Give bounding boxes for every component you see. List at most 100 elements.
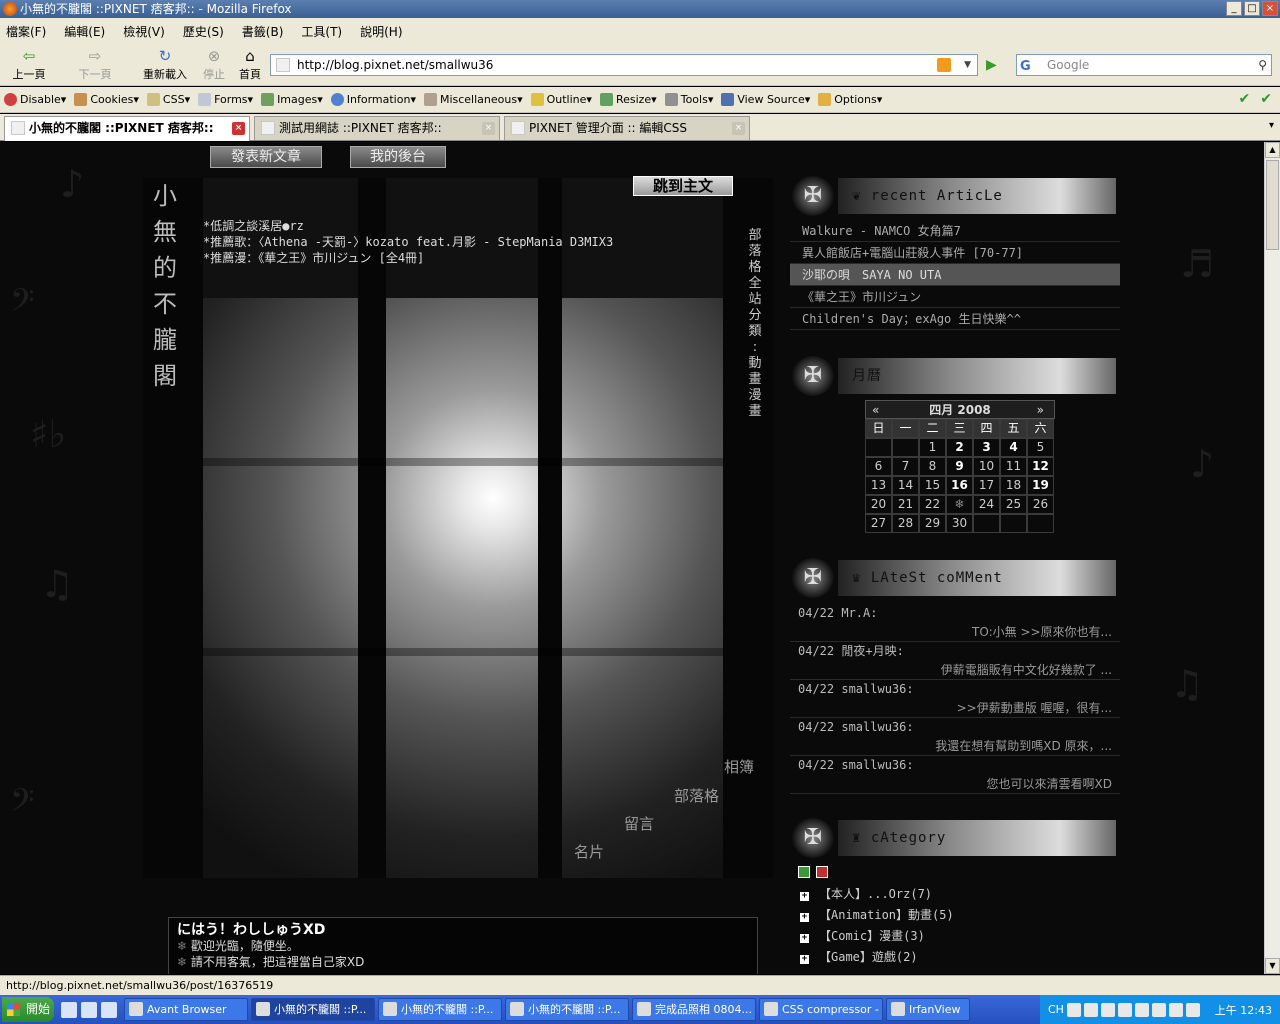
taskbar-item[interactable]: 小無的不朧閣 ::P... <box>251 998 375 1021</box>
dev-tools[interactable]: Tools▾ <box>664 93 713 106</box>
back-button[interactable]: ⇦ 上一頁 <box>4 48 54 82</box>
dev-cookies[interactable]: Cookies▾ <box>74 93 139 106</box>
scroll-up-icon[interactable]: ▲ <box>1265 142 1280 158</box>
tray-icon[interactable] <box>1134 1002 1149 1017</box>
calendar-day-link[interactable]: 3 <box>973 438 1000 457</box>
scrollbar-thumb[interactable] <box>1266 160 1279 250</box>
dev-forms[interactable]: Forms▾ <box>198 93 253 106</box>
close-tab-icon[interactable]: × <box>482 122 495 135</box>
search-input[interactable]: G Google ⚲ <box>1016 54 1272 76</box>
forward-button[interactable]: ⇨ 下一頁 <box>70 48 120 82</box>
category-item[interactable]: 【Game】遊戲(2) <box>790 947 1120 968</box>
tab-blog-home[interactable]: 小無的不朧閣 ::PIXNET 痞客邦:: × <box>4 116 250 141</box>
tray-icon[interactable] <box>1066 1002 1081 1017</box>
category-item[interactable]: 【Comic】漫畫(3) <box>790 926 1120 947</box>
article-link[interactable]: 異人館飯店+電腦山莊殺人事件 [70-77] <box>790 242 1120 264</box>
menu-tools[interactable]: 工具(T) <box>301 23 342 40</box>
close-tab-icon[interactable]: × <box>232 122 245 135</box>
dev-outline[interactable]: Outline▾ <box>530 93 592 106</box>
close-tab-icon[interactable]: × <box>732 122 745 135</box>
url-input[interactable]: http://blog.pixnet.net/smallwu36 ▼ <box>270 54 978 76</box>
tab-test-blog[interactable]: 測試用網誌 ::PIXNET 痞客邦:: × <box>254 116 500 140</box>
check-icon[interactable]: ✔ <box>1239 91 1251 107</box>
rss-feed-icon[interactable] <box>937 58 951 72</box>
search-icon[interactable]: ⚲ <box>1258 55 1267 75</box>
dev-css[interactable]: CSS▾ <box>146 93 190 106</box>
comment-item[interactable]: 04/22 smallwu36: >>伊薪動畫版 喔喔，很有... <box>790 680 1120 718</box>
taskbar-item[interactable]: 小無的不朧閣 ::P... <box>505 998 629 1021</box>
tab-pixnet-admin[interactable]: PIXNET 管理介面 :: 編輯CSS × <box>504 116 750 140</box>
new-post-button[interactable]: 發表新文章 <box>210 146 322 168</box>
go-icon[interactable]: ▶ <box>986 57 997 73</box>
dev-disable[interactable]: Disable▾ <box>4 93 66 106</box>
taskbar-item[interactable]: Avant Browser <box>124 998 248 1021</box>
dev-options[interactable]: Options▾ <box>818 93 882 106</box>
comment-item[interactable]: 04/22 閒夜+月映: 伊薪電腦販有中文化好幾款了 ... <box>790 642 1120 680</box>
comment-item[interactable]: 04/22 Mr.A: TO:小無 >>原來你也有... <box>790 604 1120 642</box>
expand-all-icon[interactable] <box>798 866 810 878</box>
backend-button[interactable]: 我的後台 <box>350 146 446 168</box>
calendar-day-link[interactable]: 4 <box>1000 438 1027 457</box>
ie-icon[interactable] <box>61 1001 77 1018</box>
calendar-day-link[interactable]: 16 <box>946 476 973 495</box>
taskbar-item[interactable]: IrfanView <box>886 998 970 1021</box>
calendar-day-link[interactable]: 12 <box>1027 457 1054 476</box>
collapse-all-icon[interactable] <box>816 866 828 878</box>
nav-guestbook-link[interactable]: 留言 <box>624 813 654 834</box>
dev-view-source[interactable]: View Source▾ <box>721 93 810 106</box>
tray-icon[interactable] <box>1151 1002 1166 1017</box>
avant-icon[interactable] <box>101 1001 117 1018</box>
show-desktop-icon[interactable] <box>81 1001 97 1018</box>
menu-file[interactable]: 檔案(F) <box>6 23 46 40</box>
blog-category-breadcrumb[interactable]: 部落格全站分類:動畫漫畫 <box>748 228 762 420</box>
calendar-prev-month[interactable]: « <box>872 401 879 420</box>
tab-list-icon[interactable]: ▾ <box>1269 120 1274 131</box>
tray-icon[interactable] <box>1083 1002 1098 1017</box>
vertical-scrollbar[interactable]: ▲ ▼ <box>1264 142 1280 974</box>
article-link[interactable]: 沙耶の唄 SAYA NO UTA <box>790 264 1120 286</box>
calendar-next-month[interactable]: » <box>1037 401 1044 420</box>
taskbar-item[interactable]: 完成品照相 0804... <box>632 998 756 1021</box>
menu-help[interactable]: 說明(H) <box>360 23 402 40</box>
taskbar-item[interactable]: 小無的不朧閣 ::P... <box>378 998 502 1021</box>
nav-album-link[interactable]: 相簿 <box>724 756 754 777</box>
category-item[interactable]: 【Animation】動畫(5) <box>790 905 1120 926</box>
language-indicator[interactable]: CH <box>1048 1003 1064 1016</box>
dev-information[interactable]: Information▾ <box>330 93 416 106</box>
tray-icon[interactable] <box>1100 1002 1115 1017</box>
calendar-day-link[interactable]: 19 <box>1027 476 1054 495</box>
check-circle-icon[interactable]: ✔ <box>1260 91 1272 107</box>
calendar-day-link[interactable]: 9 <box>946 457 973 476</box>
tray-icon[interactable] <box>1185 1002 1200 1017</box>
close-button[interactable]: × <box>1262 1 1278 16</box>
jump-to-main-button[interactable]: 跳到主文 <box>633 176 733 196</box>
menu-history[interactable]: 歷史(S) <box>183 23 224 40</box>
tray-icon[interactable] <box>1168 1002 1183 1017</box>
menu-view[interactable]: 檢視(V) <box>123 23 165 40</box>
menu-edit[interactable]: 編輯(E) <box>64 23 105 40</box>
dev-miscellaneous[interactable]: Miscellaneous▾ <box>423 93 523 106</box>
chevron-down-icon[interactable]: ▼ <box>964 55 971 75</box>
menu-bookmarks[interactable]: 書籤(B) <box>242 23 284 40</box>
comment-item[interactable]: 04/22 smallwu36: 我還在想有幫助到嗎XD 原來，... <box>790 718 1120 756</box>
minimize-button[interactable]: _ <box>1226 1 1242 16</box>
maximize-button[interactable]: □ <box>1244 1 1260 16</box>
calendar-day-link[interactable]: 2 <box>946 438 973 457</box>
article-link[interactable]: Children's Day；exAgo 生日快樂^^ <box>790 308 1120 330</box>
stop-button[interactable]: ⊗ 停止 <box>194 48 234 82</box>
article-link[interactable]: Walkure - NAMCO 女角篇7 <box>790 220 1120 242</box>
comment-item[interactable]: 04/22 smallwu36: 您也可以來清雲看啊XD <box>790 756 1120 794</box>
start-button[interactable]: 開始 <box>2 997 54 1022</box>
tray-icon[interactable] <box>1117 1002 1132 1017</box>
reload-button[interactable]: ↻ 重新載入 <box>138 48 192 82</box>
dev-images[interactable]: Images▾ <box>261 93 323 106</box>
google-icon[interactable]: G <box>1020 57 1031 77</box>
home-button[interactable]: ⌂ 首頁 <box>230 48 270 82</box>
article-link[interactable]: 《華之王》市川ジュン <box>790 286 1120 308</box>
dev-resize[interactable]: Resize▾ <box>599 93 657 106</box>
taskbar-item[interactable]: CSS compressor - ... <box>759 998 883 1021</box>
category-item[interactable]: 【本人】...Orz(7) <box>790 884 1120 905</box>
scroll-down-icon[interactable]: ▼ <box>1265 958 1280 974</box>
nav-blog-link[interactable]: 部落格 <box>674 785 719 806</box>
nav-card-link[interactable]: 名片 <box>574 841 604 862</box>
